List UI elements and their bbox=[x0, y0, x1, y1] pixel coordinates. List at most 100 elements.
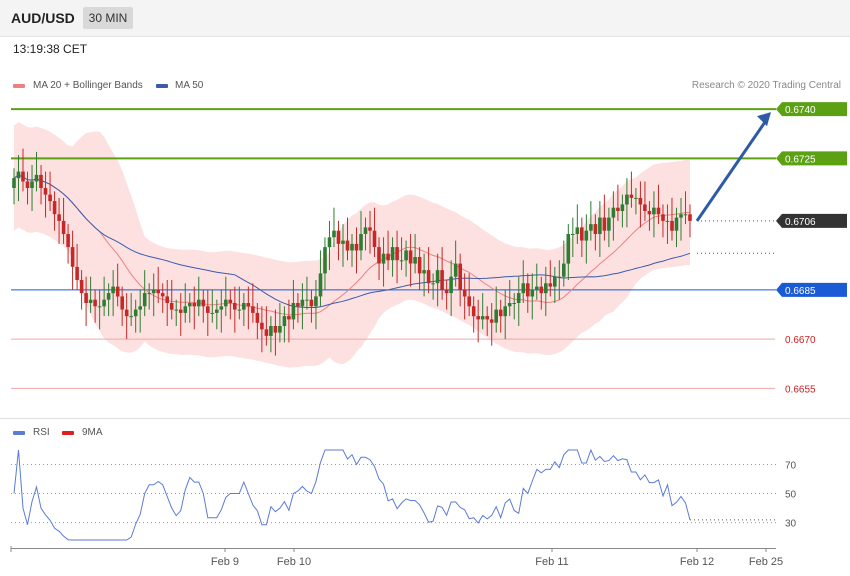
candle-body bbox=[616, 207, 620, 211]
candle-body bbox=[413, 257, 417, 264]
candle-body bbox=[251, 306, 255, 313]
x-tick-Feb-25: Feb 25 bbox=[749, 556, 783, 568]
candle-body bbox=[12, 178, 16, 188]
candle-body bbox=[647, 211, 652, 215]
candle-body bbox=[97, 306, 102, 308]
candle-body bbox=[575, 227, 580, 234]
candle-body bbox=[147, 293, 151, 295]
candle-body bbox=[489, 319, 494, 323]
candle-body bbox=[548, 283, 553, 287]
candle-body bbox=[629, 194, 634, 198]
candle-body bbox=[602, 217, 607, 231]
candle-body bbox=[521, 283, 526, 294]
candle-body bbox=[142, 293, 147, 307]
candle-body bbox=[332, 230, 336, 238]
candle-body bbox=[408, 250, 413, 264]
candle-body bbox=[670, 220, 674, 231]
candle-body bbox=[679, 214, 683, 218]
candle-body bbox=[345, 240, 350, 251]
candle-body bbox=[435, 270, 440, 284]
candle-body bbox=[169, 303, 174, 310]
candle-body bbox=[471, 306, 476, 317]
candle-body bbox=[79, 280, 84, 294]
candle-body bbox=[422, 270, 426, 274]
candle-body bbox=[115, 286, 120, 297]
candle-body bbox=[476, 316, 480, 320]
candle-body bbox=[453, 263, 458, 277]
candle-body bbox=[336, 230, 341, 244]
candle-body bbox=[381, 253, 386, 264]
candle-body bbox=[206, 306, 210, 313]
x-tick-Feb-9: Feb 9 bbox=[211, 556, 239, 568]
rsi-tick-70: 70 bbox=[785, 461, 797, 472]
candle-body bbox=[683, 214, 688, 216]
candle-body bbox=[539, 286, 544, 294]
candle-body bbox=[70, 247, 75, 267]
candle-body bbox=[688, 214, 692, 221]
candle-body bbox=[88, 299, 93, 303]
candle-body bbox=[93, 299, 97, 307]
candle-body bbox=[174, 309, 178, 311]
candle-body bbox=[264, 329, 269, 336]
candle-body bbox=[553, 276, 557, 287]
candle-body bbox=[530, 289, 535, 297]
candle-body bbox=[287, 316, 291, 320]
candle-body bbox=[210, 312, 215, 314]
candle-body bbox=[368, 227, 372, 231]
candle-body bbox=[634, 197, 638, 199]
candle-body bbox=[111, 286, 115, 294]
candle-body bbox=[233, 303, 237, 310]
candle-body bbox=[503, 306, 507, 317]
rsi-tick-50: 50 bbox=[785, 490, 797, 501]
price-label-0.6670: 0.6670 bbox=[785, 335, 816, 346]
candle-body bbox=[638, 197, 643, 205]
candle-body bbox=[462, 289, 467, 297]
candle-body bbox=[138, 306, 142, 310]
candle-body bbox=[431, 283, 435, 285]
x-tick-Feb-12: Feb 12 bbox=[680, 556, 714, 568]
candle-body bbox=[620, 204, 625, 211]
candle-body bbox=[106, 293, 111, 300]
candle-body bbox=[607, 217, 611, 231]
candle-body bbox=[526, 283, 530, 297]
candle-body bbox=[237, 309, 242, 311]
candle-body bbox=[39, 174, 43, 188]
candle-body bbox=[84, 293, 88, 303]
candle-body bbox=[160, 293, 165, 297]
candle-body bbox=[444, 289, 449, 294]
candle-body bbox=[341, 240, 345, 244]
candle-body bbox=[314, 296, 318, 307]
price-label-0.6706: 0.6706 bbox=[785, 217, 816, 228]
candle-body bbox=[30, 181, 34, 188]
candle-body bbox=[151, 289, 156, 294]
candle-body bbox=[323, 247, 327, 274]
candle-body bbox=[625, 194, 629, 205]
candle-body bbox=[377, 247, 381, 264]
candle-body bbox=[674, 217, 679, 231]
candle-body bbox=[665, 220, 670, 222]
candle-body bbox=[228, 299, 233, 303]
candle-body bbox=[219, 306, 224, 310]
x-tick-Feb-10: Feb 10 bbox=[277, 556, 311, 568]
candle-body bbox=[309, 299, 314, 307]
x-tick-Feb-11: Feb 11 bbox=[535, 556, 568, 568]
candle-body bbox=[661, 214, 665, 221]
candle-body bbox=[188, 303, 192, 307]
candle-body bbox=[165, 296, 169, 303]
candle-body bbox=[417, 257, 422, 274]
candle-body bbox=[498, 309, 503, 317]
candle-body bbox=[544, 283, 548, 294]
candle-body bbox=[48, 194, 52, 202]
candle-body bbox=[57, 214, 61, 221]
candle-body bbox=[598, 217, 602, 234]
candle-body bbox=[589, 224, 593, 231]
candle-body bbox=[458, 263, 462, 290]
candle-body bbox=[571, 234, 575, 235]
candle-body bbox=[183, 306, 188, 313]
candle-body bbox=[467, 296, 471, 307]
candle-body bbox=[21, 171, 25, 182]
price-chart[interactable]: 0.6740 0.6725 0.6706 0.6685 0.6670 0.6655 30 50… bbox=[0, 0, 850, 576]
candle-body bbox=[557, 276, 562, 278]
candle-body bbox=[611, 207, 616, 218]
candle-body bbox=[124, 309, 129, 317]
